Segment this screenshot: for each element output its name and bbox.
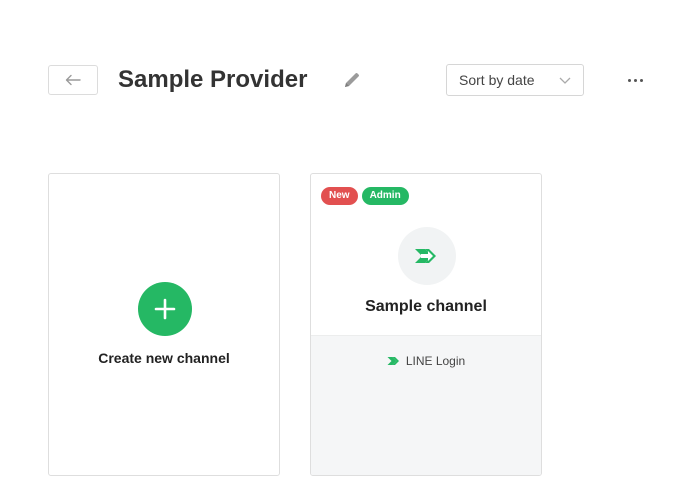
channel-type: LINE Login <box>311 354 541 368</box>
sort-dropdown[interactable]: Sort by date <box>446 64 584 96</box>
channel-badges: New Admin <box>321 187 409 205</box>
plus-icon <box>154 298 176 320</box>
sort-dropdown-label: Sort by date <box>459 72 535 88</box>
more-options-button[interactable] <box>622 70 648 90</box>
line-login-arrow-icon <box>415 249 436 263</box>
channel-avatar <box>398 227 456 285</box>
chevron-down-icon <box>559 77 571 84</box>
create-channel-label: Create new channel <box>98 350 230 366</box>
provider-page: Sample Provider Sort by date Create new … <box>0 0 700 500</box>
pencil-icon <box>345 73 359 87</box>
page-title: Sample Provider <box>118 66 308 93</box>
edit-title-button[interactable] <box>342 70 362 90</box>
back-button[interactable] <box>48 65 98 95</box>
create-channel-circle <box>138 282 192 336</box>
line-login-small-icon <box>387 357 399 365</box>
channel-type-label: LINE Login <box>405 354 466 368</box>
channel-card[interactable]: New Admin Sample channel LINE Login <box>310 173 542 476</box>
arrow-left-icon <box>65 74 81 86</box>
channel-card-footer: LINE Login <box>311 335 541 475</box>
badge-new: New <box>321 187 358 205</box>
channel-name: Sample channel <box>365 298 487 315</box>
create-channel-card[interactable]: Create new channel <box>48 173 280 476</box>
badge-admin: Admin <box>361 187 409 205</box>
more-horizontal-icon <box>627 78 631 82</box>
